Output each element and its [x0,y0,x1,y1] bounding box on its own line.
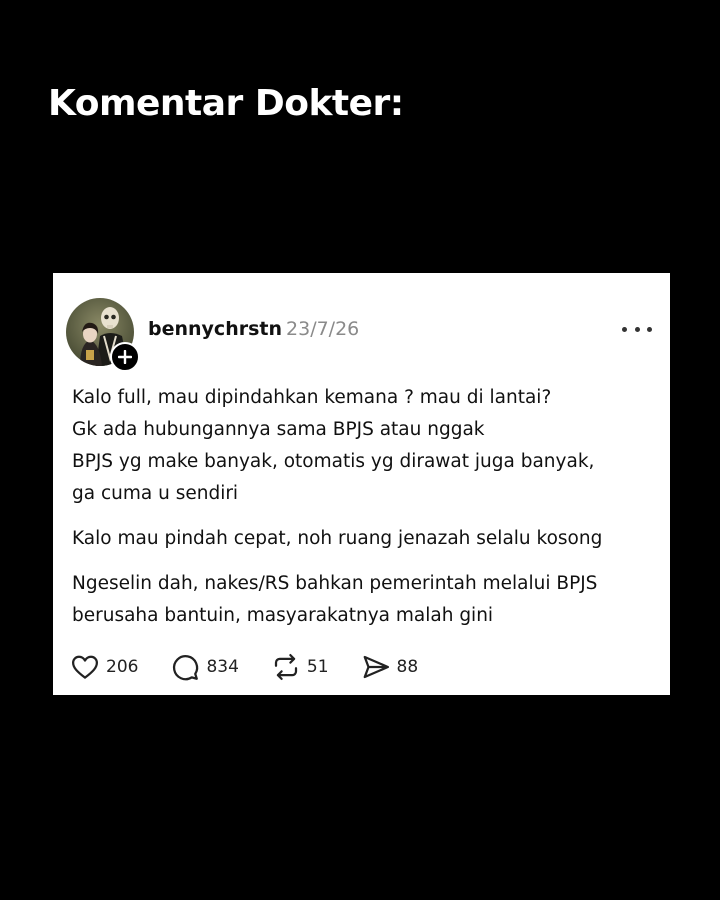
reply-button[interactable]: 834 [170,652,239,682]
text-line: Kalo mau pindah cepat, noh ruang jenazah… [72,528,603,549]
comment-icon [173,655,199,681]
post-text: Kalo full, mau dipindahkan kemana ? mau … [72,382,662,632]
repost-button[interactable]: 51 [271,652,329,682]
heart-icon [72,655,98,679]
text-line: Kalo full, mau dipindahkan kemana ? mau … [72,387,552,408]
post-paragraph: Ngeselin dah, nakes/RS bahkan pemerintah… [72,568,662,632]
share-count: 88 [396,657,419,677]
more-icon-dot [622,326,627,332]
post-card: bennychrstn 23/7/26 Kalo full, mau dipind… [53,273,670,695]
like-count: 206 [106,657,139,677]
plus-icon [118,350,132,364]
text-line: BPJS yg make banyak, otomatis yg dirawat… [72,451,595,472]
like-button[interactable]: 206 [70,652,138,682]
text-line: ga cuma u sendiri [72,483,239,504]
send-icon [363,655,389,679]
avatar[interactable] [66,298,140,372]
more-icon-dot [647,326,652,332]
text-line: Ngeselin dah, nakes/RS bahkan pemerintah… [72,573,598,594]
username-link[interactable]: bennychrstn [148,318,282,340]
post-header: bennychrstn 23/7/26 [148,317,359,341]
post-date: 23/7/26 [286,318,360,340]
repost-icon [274,654,298,680]
text-line: berusaha bantuin, masyarakatnya malah gi… [72,605,494,626]
post-paragraph: Kalo full, mau dipindahkan kemana ? mau … [72,382,662,510]
repost-count: 51 [306,657,329,677]
reply-count: 834 [206,657,239,677]
post-paragraph: Kalo mau pindah cepat, noh ruang jenazah… [72,523,662,555]
action-bar: 206 834 51 88 [70,651,450,683]
share-button[interactable]: 88 [361,652,419,682]
follow-button[interactable] [110,342,140,372]
more-icon-dot [634,326,640,332]
page-title: Komentar Dokter: [48,83,404,124]
more-options-button[interactable] [622,317,652,341]
text-line: Gk ada hubungannya sama BPJS atau nggak [72,419,485,440]
